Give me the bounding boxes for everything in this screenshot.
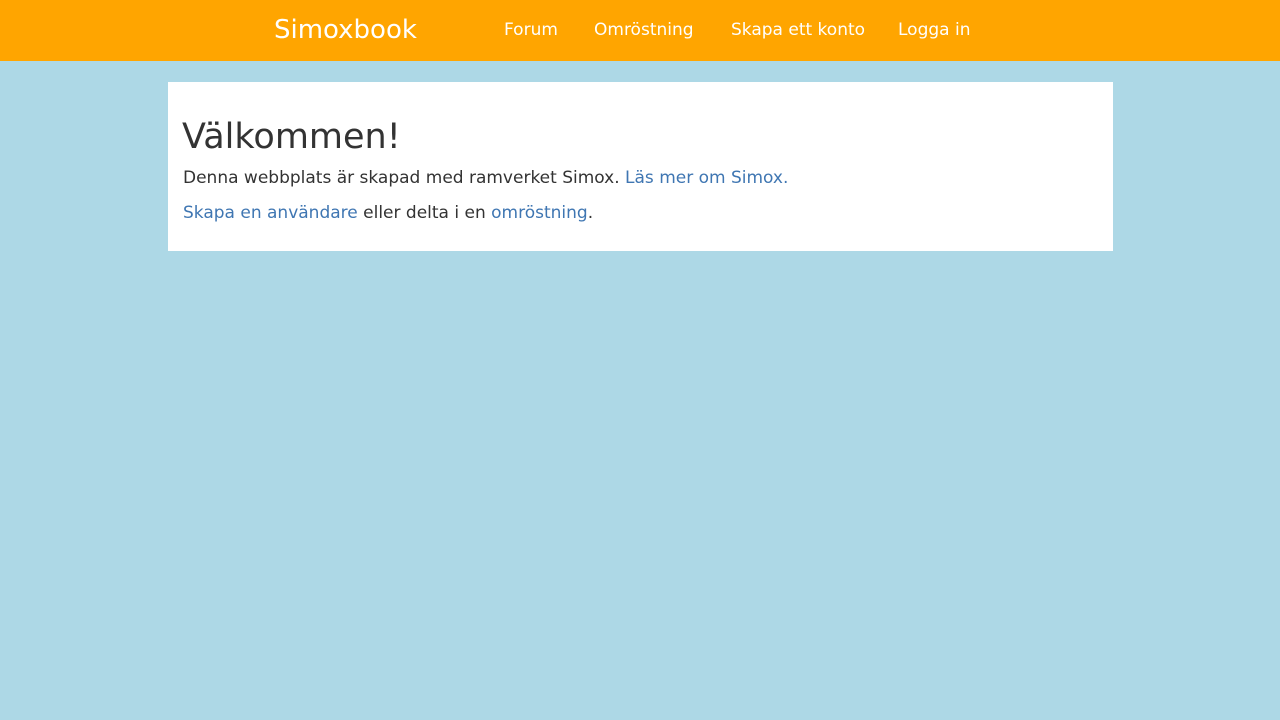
read-more-simox-link[interactable]: Läs mer om Simox.: [625, 168, 788, 188]
intro-paragraph: Denna webbplats är skapad med ramverket …: [183, 167, 788, 189]
nav-forum-link[interactable]: Forum: [504, 19, 558, 41]
nav-vote-link[interactable]: Omröstning: [594, 19, 694, 41]
middle-text: eller delta i en: [363, 203, 486, 223]
brand-logo-link[interactable]: Simoxbook: [274, 13, 417, 47]
vote-link[interactable]: omröstning: [491, 203, 588, 223]
intro-text: Denna webbplats är skapad med ramverket …: [183, 168, 620, 188]
top-navigation-bar: Simoxbook Forum Omröstning Skapa ett kon…: [0, 0, 1280, 61]
page-title: Välkommen!: [182, 117, 401, 157]
nav-login-link[interactable]: Logga in: [898, 19, 970, 41]
create-user-link[interactable]: Skapa en användare: [183, 203, 358, 223]
welcome-panel: Välkommen! Denna webbplats är skapad med…: [168, 82, 1113, 251]
sentence-end-period: .: [587, 203, 594, 223]
nav-create-account-link[interactable]: Skapa ett konto: [731, 19, 865, 41]
action-paragraph: Skapa en användare eller delta i en omrö…: [183, 202, 593, 224]
